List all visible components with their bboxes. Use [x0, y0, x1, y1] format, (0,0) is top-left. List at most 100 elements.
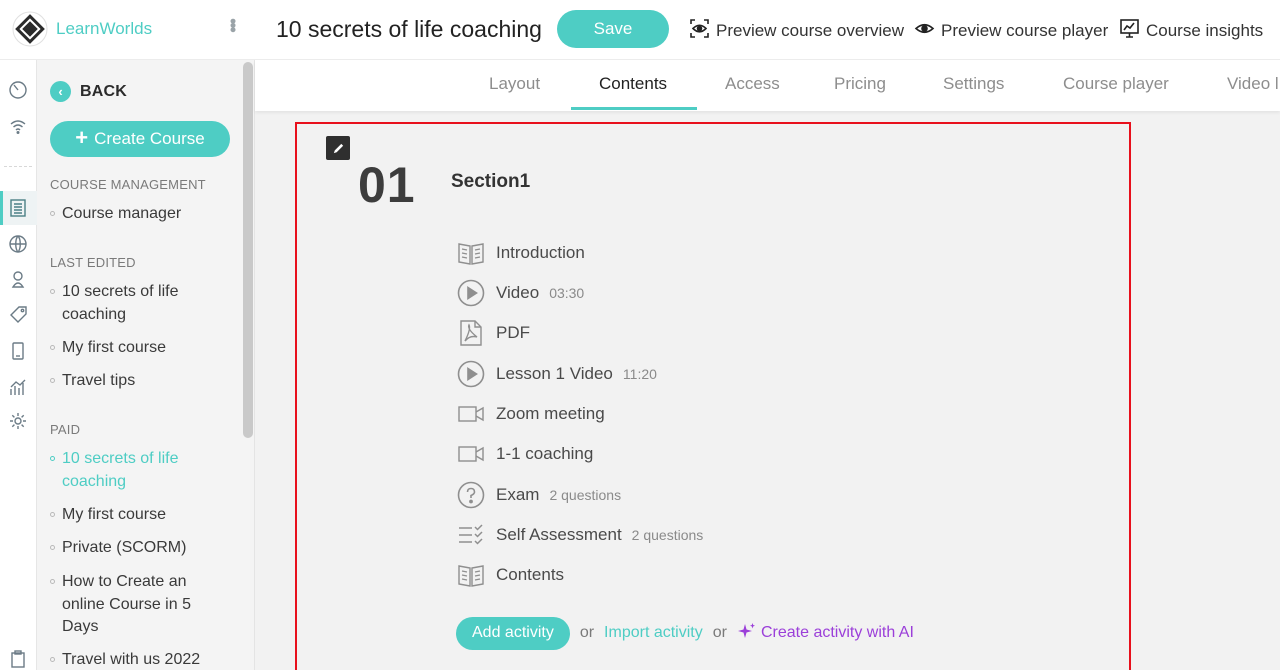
courses-icon[interactable]	[7, 197, 29, 219]
top-bar: 10 secrets of life coaching Save Preview…	[255, 0, 1280, 60]
create-activity-with-ai-link[interactable]: Create activity with AI	[737, 621, 914, 646]
clipboard-icon[interactable]	[7, 648, 29, 670]
activity-duration: 03:30	[549, 285, 585, 301]
sidebar-item-label: 10 secrets of life coaching	[62, 450, 179, 490]
section-heading-course-management: COURSE MANAGEMENT	[50, 177, 206, 192]
activity-zoom-meeting[interactable]: Zoom meeting	[456, 398, 605, 430]
tab-access[interactable]: Access	[725, 74, 780, 94]
mobile-app-icon[interactable]	[7, 340, 29, 362]
bullet-icon	[50, 345, 55, 350]
tab-pricing[interactable]: Pricing	[834, 74, 886, 94]
website-globe-icon[interactable]	[7, 233, 29, 255]
ai-sparkle-icon	[737, 621, 757, 646]
create-activity-with-ai-label: Create activity with AI	[760, 624, 914, 641]
chevron-left-icon: ‹	[50, 81, 71, 102]
activity-self-assessment[interactable]: Self Assessment 2 questions	[456, 519, 703, 551]
activity-duration: 11:20	[622, 366, 657, 382]
save-button[interactable]: Save	[557, 10, 669, 48]
section-title[interactable]: Section1	[451, 171, 530, 193]
create-course-label: Create Course	[94, 129, 205, 148]
sidebar-item-label: Private (SCORM)	[62, 539, 187, 556]
activity-label: Video	[496, 283, 540, 302]
import-activity-link[interactable]: Import activity	[604, 624, 703, 642]
edit-pencil-icon[interactable]	[326, 136, 350, 160]
bullet-icon	[50, 456, 55, 461]
tab-contents[interactable]: Contents	[599, 74, 667, 94]
activity-exam[interactable]: Exam 2 questions	[456, 479, 621, 511]
insights-chart-icon	[1119, 18, 1140, 44]
sidebar-item-label: 10 secrets of life coaching	[62, 283, 179, 323]
ebook-icon	[456, 238, 486, 268]
preview-course-player-label: Preview course player	[941, 21, 1109, 40]
activity-question-count: 2 questions	[631, 527, 704, 543]
dashboard-gauge-icon[interactable]	[7, 79, 29, 101]
bullet-icon	[50, 289, 55, 294]
bullet-icon	[50, 512, 55, 517]
settings-gear-icon[interactable]	[7, 410, 29, 432]
price-tag-icon[interactable]	[7, 304, 29, 326]
activity-contents[interactable]: Contents	[456, 559, 564, 591]
bullet-icon	[50, 211, 55, 216]
tab-bar: Layout Contents Access Pricing Settings …	[255, 60, 1280, 111]
sidebar-panel: ‹ BACK + Create Course COURSE MANAGEMENT…	[37, 60, 255, 670]
section-card: 01 Section1 Introduction Video 03:30 PDF…	[295, 122, 1131, 670]
activity-video[interactable]: Video 03:30	[456, 277, 584, 309]
sidebar-item-label: Travel tips	[62, 372, 136, 389]
sidebar-item-paid-3[interactable]: Private (SCORM)	[50, 537, 240, 560]
sidebar-item-last-edited-1[interactable]: 10 secrets of life coaching	[50, 281, 240, 326]
sidebar-item-course-manager[interactable]: Course manager	[50, 203, 240, 226]
activity-1-1-coaching[interactable]: 1-1 coaching	[456, 438, 593, 470]
users-icon[interactable]	[7, 268, 29, 290]
active-tab-underline	[571, 107, 697, 110]
sidebar-item-paid-5[interactable]: Travel with us 2022	[50, 649, 240, 670]
video-camera-icon	[456, 439, 486, 469]
course-insights-label: Course insights	[1146, 21, 1264, 40]
sidebar-item-label: My first course	[62, 506, 167, 523]
wifi-icon[interactable]	[7, 115, 29, 137]
back-label: BACK	[80, 82, 128, 100]
back-button[interactable]: ‹ BACK	[50, 81, 127, 102]
more-options-icon[interactable]: •••	[222, 18, 243, 31]
learnworlds-logo-icon[interactable]	[12, 11, 48, 47]
activity-label: Introduction	[496, 243, 585, 262]
sidebar-item-label: Travel with us 2022	[62, 651, 201, 668]
preview-eye-icon	[914, 18, 935, 44]
activity-introduction[interactable]: Introduction	[456, 237, 585, 269]
activity-label: Exam	[496, 485, 540, 504]
course-insights-link[interactable]: Course insights	[1119, 18, 1263, 44]
add-activity-button[interactable]: Add activity	[456, 616, 570, 650]
tab-settings[interactable]: Settings	[943, 74, 1004, 94]
sidebar-item-paid-2[interactable]: My first course	[50, 504, 240, 527]
brand-header: LearnWorlds •••	[0, 0, 255, 60]
activity-label: PDF	[496, 323, 530, 342]
section-heading-last-edited: LAST EDITED	[50, 255, 136, 270]
brand-name: LearnWorlds	[56, 19, 153, 38]
activity-pdf[interactable]: PDF	[456, 317, 530, 349]
checklist-icon	[456, 520, 486, 550]
plus-icon: +	[75, 125, 89, 150]
bullet-icon	[50, 579, 55, 584]
preview-course-player-link[interactable]: Preview course player	[914, 18, 1108, 44]
tab-layout[interactable]: Layout	[489, 74, 540, 94]
sidebar-item-paid-1[interactable]: 10 secrets of life coaching	[50, 448, 240, 493]
play-icon	[456, 359, 486, 389]
reports-chart-icon[interactable]	[7, 376, 29, 398]
activity-lesson-1-video[interactable]: Lesson 1 Video 11:20	[456, 358, 657, 390]
tab-course-player[interactable]: Course player	[1063, 74, 1169, 94]
sidebar-item-paid-4[interactable]: How to Create an online Course in 5 Days	[50, 571, 240, 639]
sidebar-item-label: How to Create an online Course in 5 Days	[62, 573, 191, 635]
section-number: 01	[358, 157, 416, 213]
bullet-icon	[50, 378, 55, 383]
sidebar-item-last-edited-3[interactable]: Travel tips	[50, 370, 240, 393]
preview-course-overview-label: Preview course overview	[716, 21, 905, 40]
or-separator: or	[712, 624, 727, 641]
preview-course-overview-link[interactable]: Preview course overview	[689, 18, 904, 44]
activity-label: Lesson 1 Video	[496, 364, 613, 383]
create-course-button[interactable]: + Create Course	[50, 121, 230, 157]
section-heading-paid: PAID	[50, 422, 81, 437]
sidebar-item-last-edited-2[interactable]: My first course	[50, 337, 240, 360]
sidebar-scrollbar[interactable]	[243, 62, 253, 438]
tab-video[interactable]: Video l	[1227, 74, 1279, 94]
course-title: 10 secrets of life coaching	[276, 16, 542, 42]
preview-eye-frame-icon	[689, 18, 710, 44]
